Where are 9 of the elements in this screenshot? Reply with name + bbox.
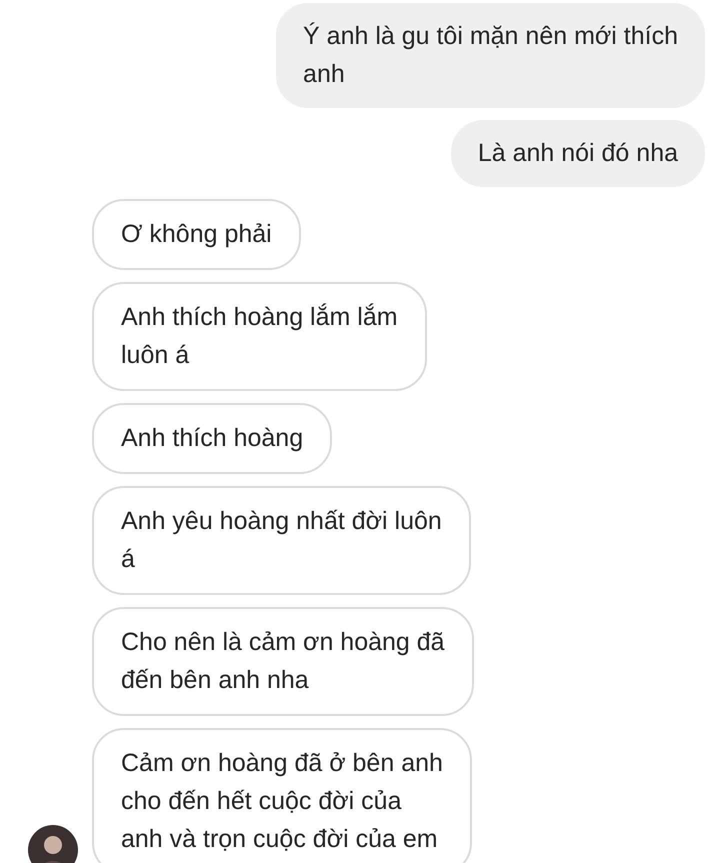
message-bubble: Anh thích hoàng lắm lắm luôn á [92,282,427,391]
message-bubble: Cho nên là cảm ơn hoàng đã đến bên anh nha [92,607,474,716]
message-bubble: Anh thích hoàng [92,403,332,474]
message-bubble: Ơ không phải [92,199,301,270]
message-bubble: Ý anh là gu tôi mặn nên mới thích anh [276,3,705,108]
message-bubble: Là anh nói đó nha [450,120,705,187]
message-bubble: Cảm ơn hoàng đã ở bên anh cho đến hết cuộc đời của anh và trọn cuộc đời của em [92,728,472,863]
message-bubble: Anh yêu hoàng nhất đời luôn á [92,486,471,595]
avatar-icon [28,825,78,863]
